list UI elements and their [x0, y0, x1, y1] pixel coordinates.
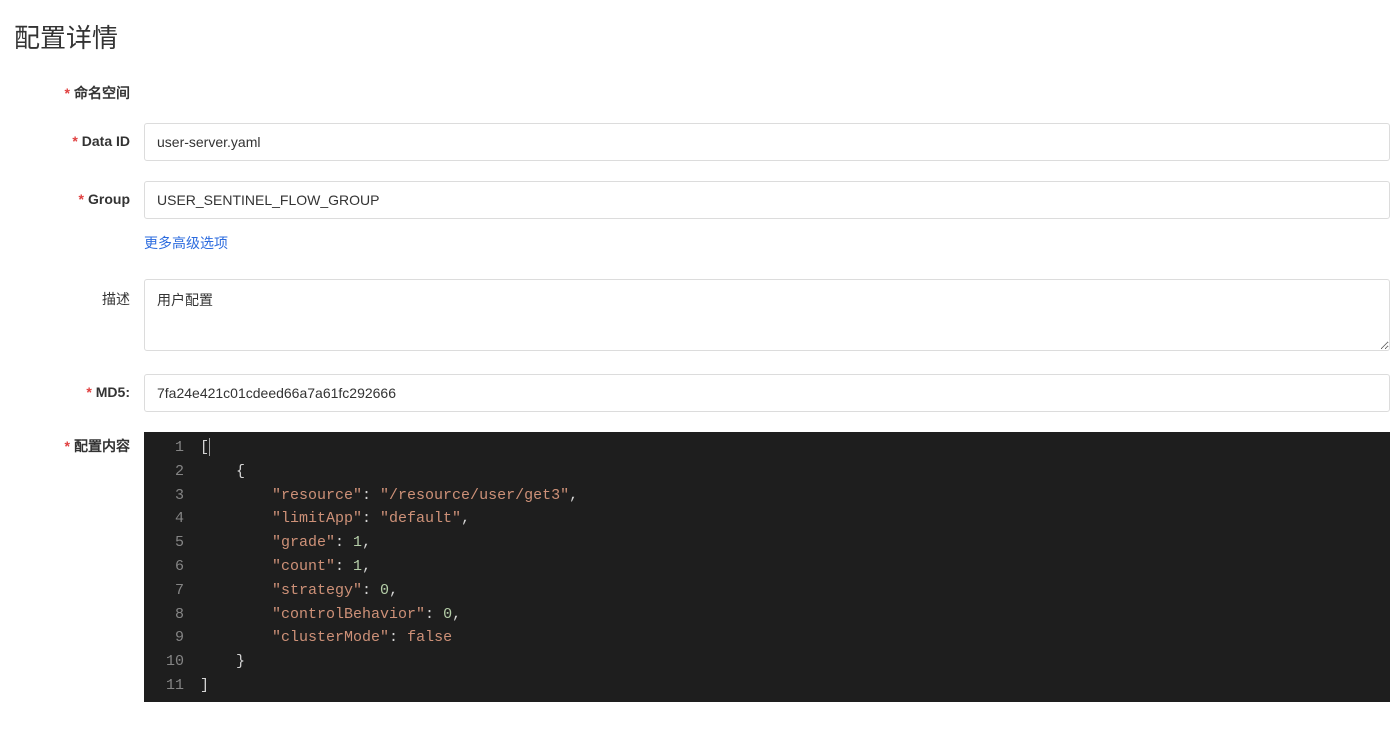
row-more-options: 更多高级选项 — [0, 233, 1390, 253]
row-md5: *MD5: — [0, 374, 1390, 412]
row-group: *Group — [0, 181, 1390, 219]
row-content: *配置内容 1234567891011 [ { "resource": "/re… — [0, 432, 1390, 702]
data-id-input[interactable] — [144, 123, 1390, 161]
group-input[interactable] — [144, 181, 1390, 219]
row-namespace: *命名空间 — [0, 73, 1390, 103]
more-advanced-link[interactable]: 更多高级选项 — [144, 235, 228, 251]
label-content: *配置内容 — [14, 432, 144, 456]
label-description: 描述 — [14, 279, 144, 309]
code-editor[interactable]: 1234567891011 [ { "resource": "/resource… — [144, 432, 1390, 702]
row-data-id: *Data ID — [0, 123, 1390, 161]
description-input[interactable] — [144, 279, 1390, 351]
md5-input[interactable] — [144, 374, 1390, 412]
editor-code[interactable]: [ { "resource": "/resource/user/get3", "… — [196, 432, 1390, 702]
row-description: 描述 — [0, 279, 1390, 354]
label-data-id: *Data ID — [14, 123, 144, 149]
label-namespace: *命名空间 — [14, 73, 144, 103]
editor-gutter: 1234567891011 — [144, 432, 196, 702]
label-md5: *MD5: — [14, 374, 144, 400]
page-title: 配置详情 — [0, 0, 1390, 73]
label-group: *Group — [14, 181, 144, 207]
